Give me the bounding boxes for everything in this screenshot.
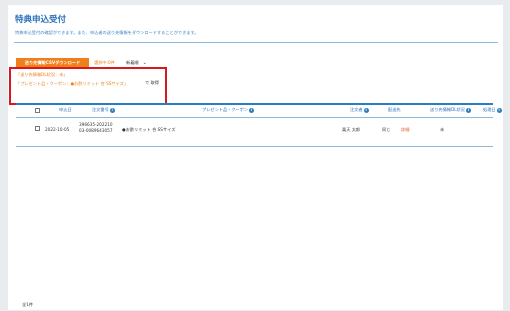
total-count: 全1件	[22, 302, 34, 307]
row-checkbox[interactable]	[35, 126, 40, 131]
select-all-checkbox[interactable]	[35, 108, 40, 113]
chevron-down-icon: ⌄	[142, 60, 147, 66]
main-panel: 特典申込受付 特典申込受付の確認ができます。また、申込者の送り先情報をダウンロー…	[8, 5, 503, 310]
header-divider	[16, 117, 493, 118]
filter-suffix: で 取得	[145, 80, 159, 85]
header-gift[interactable]: プレゼント品・クーポン i	[202, 107, 255, 113]
table-bottom-border	[16, 146, 493, 147]
header-dl-status[interactable]: 送り先情報DL状況 i	[430, 107, 471, 113]
row-detail-link[interactable]: 詳細	[401, 127, 409, 133]
header-orderer[interactable]: 注文者 i	[350, 107, 369, 113]
row-date: 2022-10-05	[45, 127, 70, 132]
page-description: 特典申込受付の確認ができます。また、申込者の送り先情報をダウンロードすることがで…	[15, 30, 199, 35]
info-icon[interactable]: i	[249, 107, 255, 113]
table-header: 申込日 注文番号 i プレゼント品・クーポン i 注文者 i 配送先 送り先情報…	[16, 105, 502, 116]
row-gift: ●お酢リミット 合 SSサイズ	[122, 127, 176, 132]
page-title: 特典申込受付	[15, 15, 67, 25]
header-processed-date[interactable]: 処理日 i	[483, 107, 502, 113]
filter-condition-dl-status: 「送り先情報DL状況：未」	[16, 72, 68, 77]
row-order-number-line1: 396635-202210	[79, 122, 113, 127]
info-icon[interactable]: i	[496, 107, 502, 113]
selected-count: 選択中:0件	[94, 60, 115, 65]
row-dl-status: 未	[440, 127, 445, 132]
header-date[interactable]: 申込日	[59, 107, 72, 113]
row-order-number-line2: 03-0089643057	[79, 128, 113, 133]
filter-condition-gift: 「プレゼント品・クーポン：●お酢リミット 合 SSサイズ」	[16, 81, 129, 86]
title-divider	[14, 42, 498, 43]
row-ship-to: 同じ	[382, 127, 391, 132]
info-icon[interactable]: i	[465, 107, 471, 113]
info-icon[interactable]: i	[363, 107, 369, 113]
header-ship-to: 配送先	[388, 107, 401, 112]
sort-select-value: 新着順	[126, 60, 139, 65]
info-icon[interactable]: i	[109, 107, 115, 113]
header-order-number[interactable]: 注文番号 i	[92, 107, 115, 113]
row-orderer: 楽天 太郎	[342, 127, 361, 132]
